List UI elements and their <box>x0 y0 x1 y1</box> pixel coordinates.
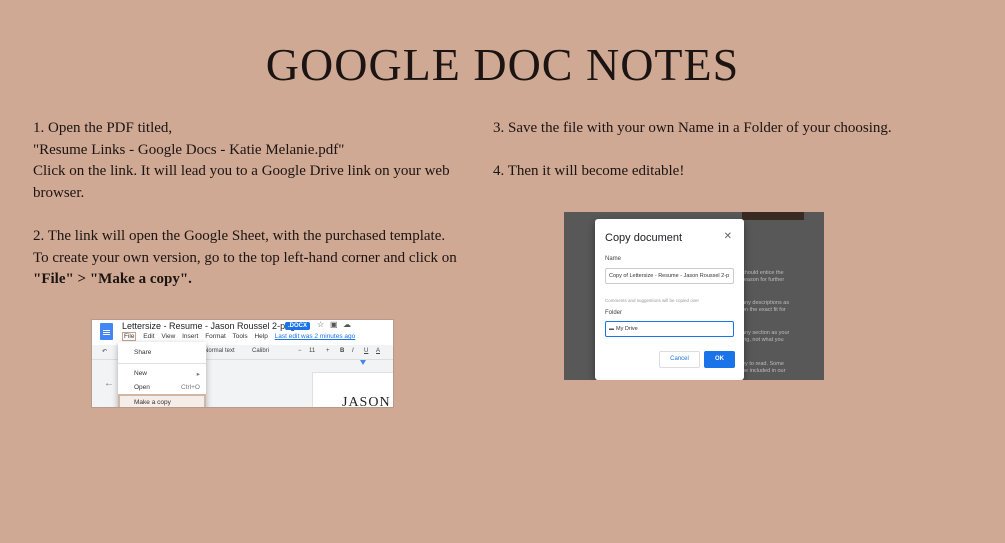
font-select[interactable]: Calibri <box>252 348 269 354</box>
comments-note: Comments and suggestions will be copied … <box>605 298 700 303</box>
folder-value: My Drive <box>616 326 638 332</box>
text-color-icon[interactable]: A <box>376 348 380 354</box>
step-2-text: 2. The link will open the Google Sheet, … <box>33 226 463 291</box>
name-label: Name <box>605 256 622 262</box>
bg-text-6: ing, not what you <box>742 337 784 343</box>
bg-text-5: any section as your <box>742 330 790 336</box>
docs-topbar: Lettersize - Resume - Jason Roussel 2-pa… <box>92 320 393 344</box>
bg-text-1: should entice the <box>742 270 784 276</box>
font-size-decrease[interactable]: − <box>298 348 302 354</box>
background-strip <box>742 212 804 220</box>
step-4-text: 4. Then it will become editable! <box>493 163 685 180</box>
star-icon: ☆ <box>317 320 325 329</box>
google-docs-icon <box>100 323 113 340</box>
menu-help[interactable]: Help <box>254 333 267 340</box>
bg-text-4: on the exact fit for <box>742 307 786 313</box>
menu-divider <box>118 363 206 364</box>
ok-button[interactable]: OK <box>704 351 735 368</box>
underline-icon[interactable]: U <box>364 348 368 354</box>
font-size-increase[interactable]: + <box>326 348 330 354</box>
menu-item-make-a-copy[interactable]: Make a copy <box>134 399 171 406</box>
left-column: 1. Open the PDF titled, "Resume Links - … <box>33 118 463 291</box>
bg-text-3: any descriptions as <box>742 300 790 306</box>
bg-text-2: reason for further <box>742 277 785 283</box>
menu-tools[interactable]: Tools <box>232 333 247 340</box>
step-1-line-1: 1. Open the PDF titled, <box>33 120 173 136</box>
menu-item-new[interactable]: New <box>134 370 147 377</box>
step-1-line-3: Click on the link. It will lead you to a… <box>33 163 450 201</box>
menu-file[interactable]: File <box>122 332 137 341</box>
step-2-instructions: 2. The link will open the Google Sheet, … <box>33 227 457 266</box>
doc-title: Lettersize - Resume - Jason Roussel 2-pa… <box>122 321 305 331</box>
style-select[interactable]: Normal text <box>204 348 235 354</box>
step-1-pdf-name: "Resume Links - Google Docs - Katie Mela… <box>33 141 345 158</box>
font-size-value[interactable]: 11 <box>309 348 315 354</box>
bg-text-7: ey to read. Some <box>742 361 784 367</box>
open-shortcut: Ctrl+O <box>181 384 200 391</box>
undo-icon[interactable]: ↶ <box>102 348 107 355</box>
submenu-arrow-icon: ▸ <box>196 371 200 378</box>
menu-view[interactable]: View <box>161 333 175 340</box>
last-edit-link[interactable]: Last edit was 2 minutes ago <box>275 333 356 340</box>
menu-edit[interactable]: Edit <box>143 333 154 340</box>
step-3-text: 3. Save the file with your own Name in a… <box>493 120 892 136</box>
file-dropdown-menu: Share New ▸ Open Ctrl+O Make a copy <box>118 342 206 407</box>
outline-back-icon[interactable]: ← <box>104 378 114 389</box>
doc-preview-heading: JASON <box>342 395 391 407</box>
menu-bar: File Edit View Insert Format Tools Help … <box>122 332 360 341</box>
italic-icon[interactable]: I <box>352 348 354 354</box>
ruler-indent-marker[interactable] <box>360 360 366 365</box>
menu-insert[interactable]: Insert <box>182 333 198 340</box>
bg-text-8: be included in our <box>742 368 786 374</box>
close-icon[interactable]: ✕ <box>724 231 732 242</box>
copy-dialog-screenshot: should entice the reason for further any… <box>564 212 824 380</box>
right-column: 3. Save the file with your own Name in a… <box>493 118 963 183</box>
docx-badge: .DOCX <box>285 322 311 330</box>
menu-format[interactable]: Format <box>205 333 226 340</box>
folder-label: Folder <box>605 310 623 316</box>
file-menu-screenshot: Lettersize - Resume - Jason Roussel 2-pa… <box>92 320 393 407</box>
menu-item-share[interactable]: Share <box>134 349 151 356</box>
folder-icon: ▬ <box>609 326 614 332</box>
page-title: GOOGLE DOC NOTES <box>265 39 740 90</box>
bold-icon[interactable]: B <box>340 348 344 354</box>
step-2-menu-path: "File" > "Make a copy". <box>33 271 192 288</box>
folder-select[interactable]: ▬ My Drive <box>605 321 734 337</box>
move-folder-icon: ▣ <box>330 320 338 329</box>
name-input[interactable]: Copy of Lettersize - Resume - Jason Rous… <box>605 268 734 284</box>
cancel-button[interactable]: Cancel <box>659 351 700 368</box>
menu-item-open[interactable]: Open <box>134 384 150 391</box>
dialog-title: Copy document <box>605 232 683 244</box>
cloud-status-icon: ☁ <box>343 320 351 329</box>
copy-document-dialog: Copy document ✕ Name Copy of Lettersize … <box>595 219 744 380</box>
